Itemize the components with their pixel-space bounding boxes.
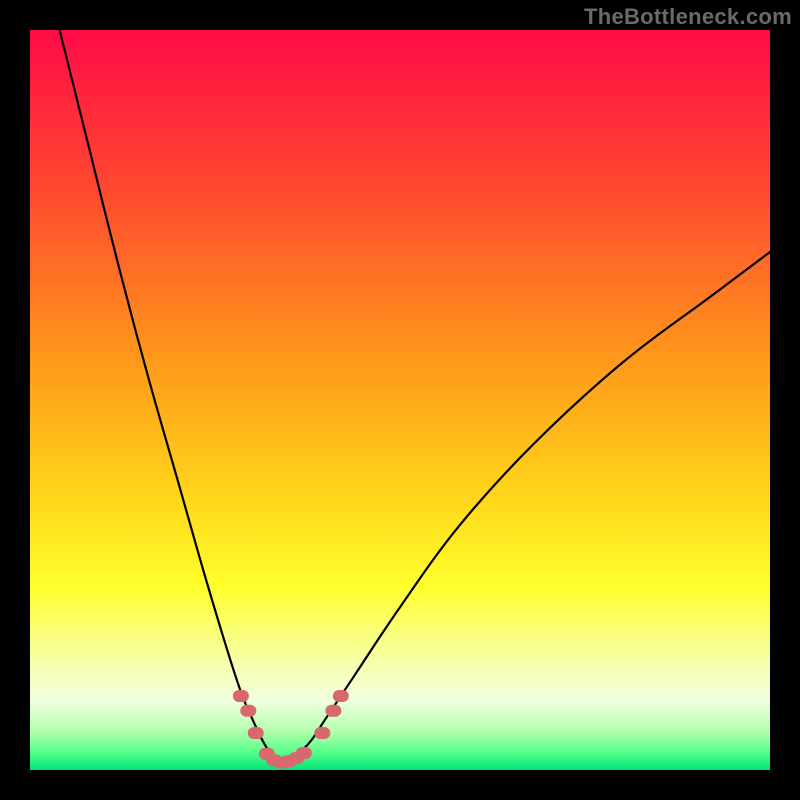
marker-dot bbox=[333, 690, 349, 702]
marker-dot bbox=[325, 705, 341, 717]
marker-dot bbox=[248, 727, 264, 739]
chart-svg bbox=[30, 30, 770, 770]
marker-dot bbox=[240, 705, 256, 717]
gradient-background bbox=[30, 30, 770, 770]
chart-stage: TheBottleneck.com bbox=[0, 0, 800, 800]
plot-area bbox=[30, 30, 770, 770]
marker-dot bbox=[233, 690, 249, 702]
watermark-text: TheBottleneck.com bbox=[584, 4, 792, 30]
marker-dot bbox=[314, 727, 330, 739]
marker-dot bbox=[296, 747, 312, 759]
